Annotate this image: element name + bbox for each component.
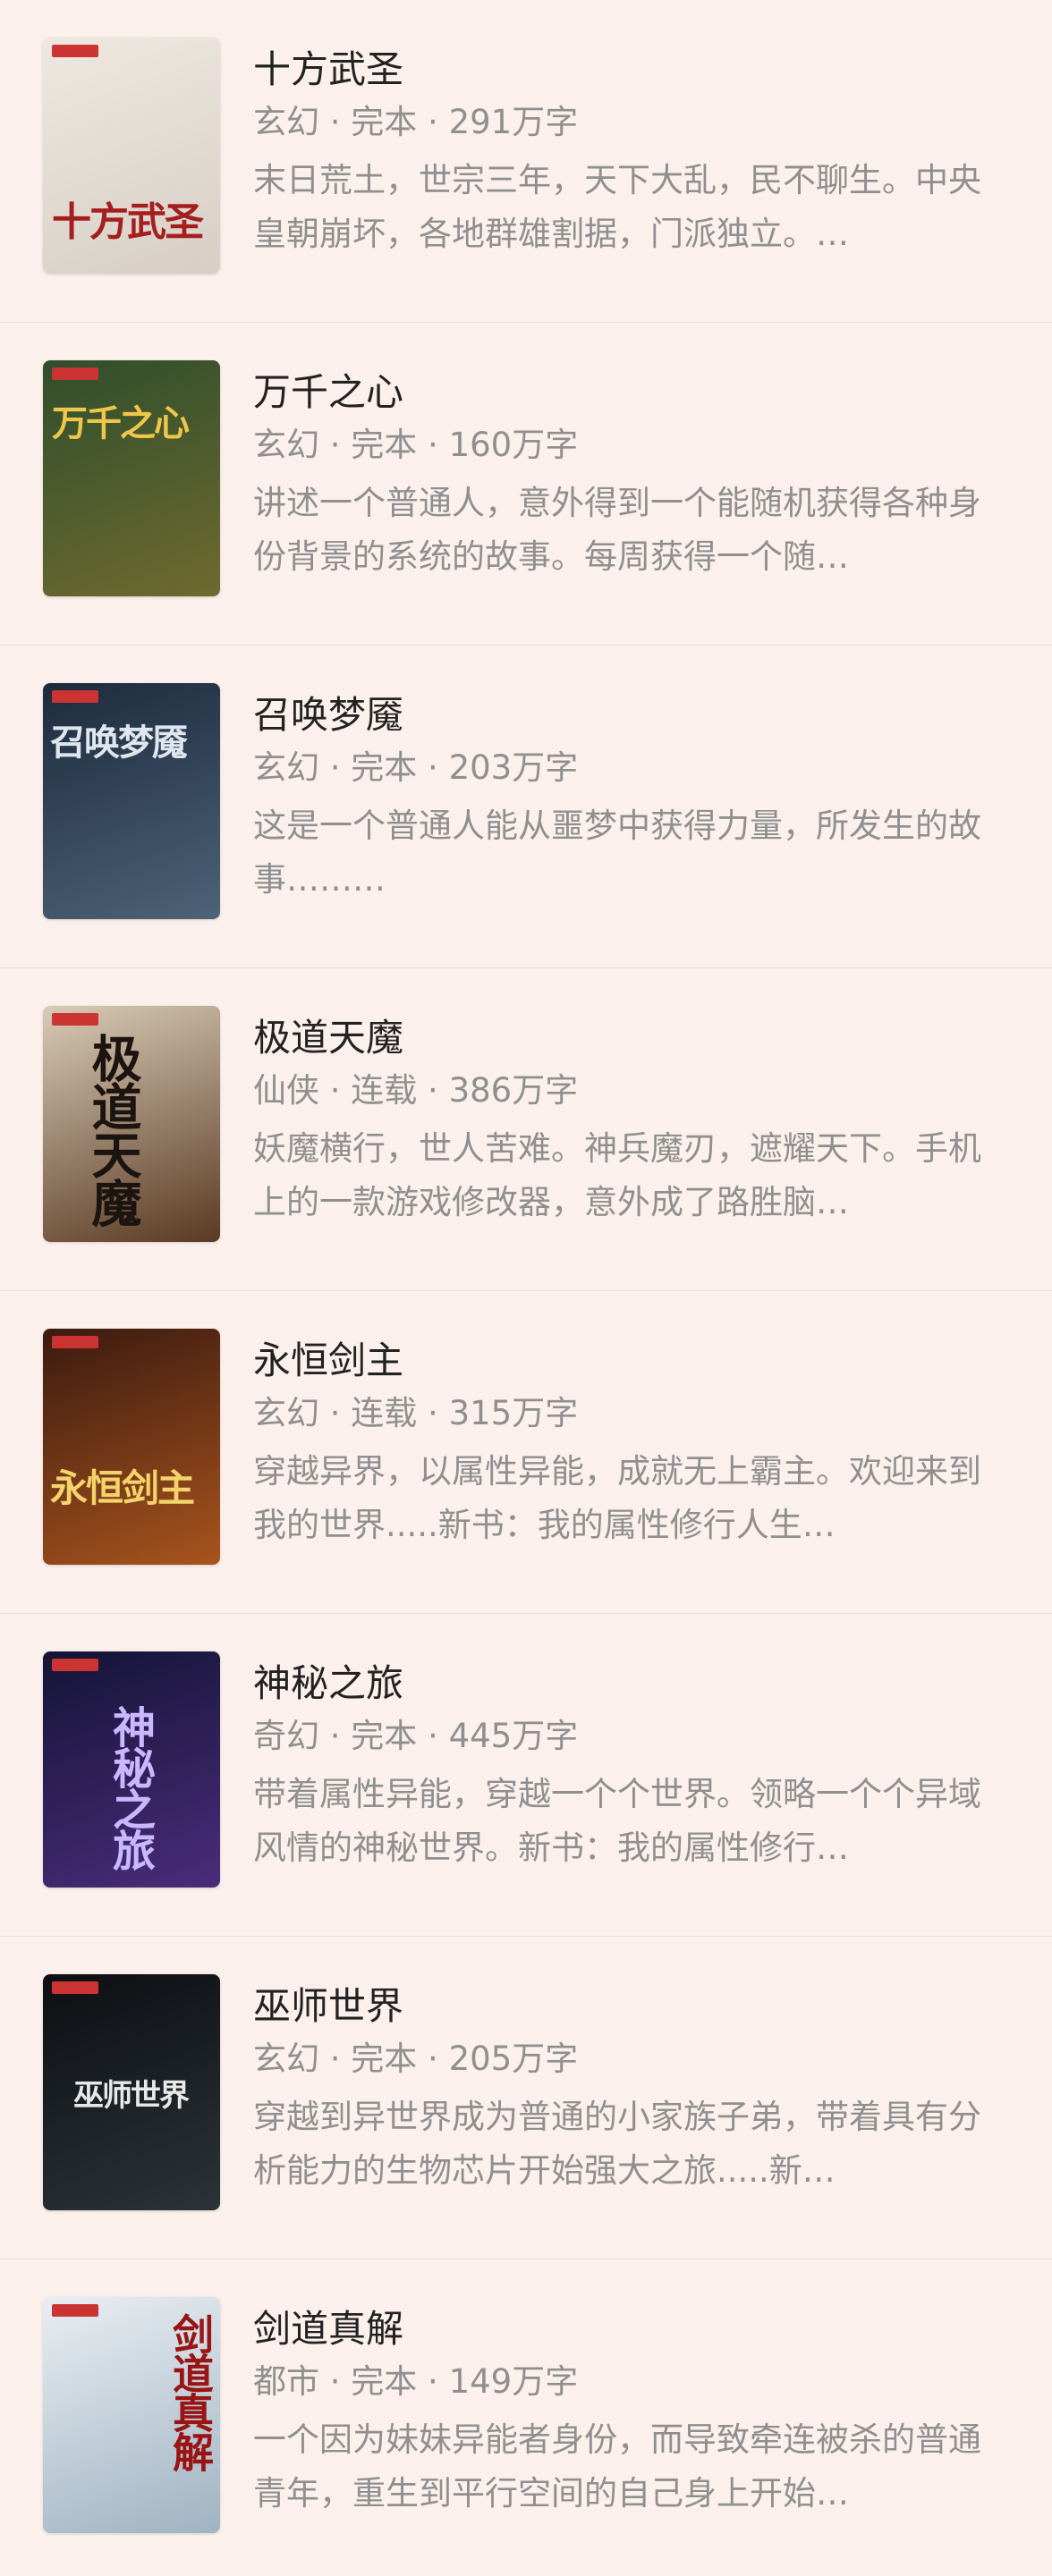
book-cover-image[interactable]: 剑道真解 xyxy=(43,2297,220,2533)
book-meta: 玄幻 · 连载 · 315万字 xyxy=(253,1394,579,1432)
book-title[interactable]: 巫师世界 xyxy=(253,1981,1014,2031)
publisher-logo-icon xyxy=(52,1659,98,1671)
publisher-logo-icon xyxy=(52,1013,98,1026)
book-cover-image[interactable]: 万千之心 xyxy=(43,360,220,596)
book-list-item[interactable]: 神秘之旅 神秘之旅 奇幻 · 完本 · 445万字 带着属性异能，穿越一个个世界。领略… xyxy=(0,1614,1052,1937)
book-title[interactable]: 极道天魔 xyxy=(253,1013,1014,1063)
book-description: 穿越异界，以属性异能，成就无上霸主。欢迎来到我的世界.....新书：我的属性修行… xyxy=(253,1452,981,1544)
book-description: 带着属性异能，穿越一个个世界。领略一个个异域风情的神秘世界。新书：我的属性修行… xyxy=(253,1775,981,1867)
book-info: 召唤梦魇玄幻 · 完本 · 203万字这是一个普通人能从噩梦中获得力量，所发生的… xyxy=(253,690,1014,907)
book-list-item[interactable]: 召唤梦魇 召唤梦魇 玄幻 · 完本 · 203万字 这是一个普通人能从噩梦中获得力量，… xyxy=(0,646,1052,968)
book-cover-image[interactable]: 永恒剑主 xyxy=(43,1329,220,1565)
book-description: 末日荒土，世宗三年，天下大乱，民不聊生。中央皇朝崩坏，各地群雄割据，门派独立。… xyxy=(253,161,981,253)
book-list-item[interactable]: 万千之心 万千之心 玄幻 · 完本 · 160万字 讲述一个普通人，意外得到一个能随机… xyxy=(0,323,1052,646)
book-meta: 玄幻 · 完本 · 160万字 xyxy=(253,426,579,464)
book-description: 讲述一个普通人，意外得到一个能随机获得各种身份背景的系统的故事。每周获得一个随… xyxy=(253,484,981,576)
book-list-item[interactable]: 十方武圣 十方武圣 玄幻 · 完本 · 291万字 末日荒土，世宗三年，天下大乱，民不… xyxy=(0,0,1052,323)
book-info: 巫师世界玄幻 · 完本 · 205万字穿越到异世界成为普通的小家族子弟，带着具有… xyxy=(253,1981,1014,2198)
cover-title-art: 十方武圣 xyxy=(52,199,204,245)
book-description: 妖魔横行，世人苦难。神兵魔刃，遮耀天下。手机上的一款游戏修改器，意外成了路胜脑… xyxy=(253,1129,981,1221)
book-list-item[interactable]: 永恒剑主 永恒剑主 玄幻 · 连载 · 315万字 穿越异界，以属性异能，成就无上霸主… xyxy=(0,1291,1052,1614)
book-meta: 玄幻 · 完本 · 205万字 xyxy=(253,2040,579,2078)
book-info: 永恒剑主玄幻 · 连载 · 315万字穿越异界，以属性异能，成就无上霸主。欢迎来… xyxy=(253,1336,1014,1552)
book-meta: 都市 · 完本 · 149万字 xyxy=(253,2362,579,2401)
book-cover-image[interactable]: 神秘之旅 xyxy=(43,1651,220,1888)
cover-title-art: 神秘之旅 xyxy=(105,1705,155,1870)
book-title[interactable]: 万千之心 xyxy=(253,367,1014,418)
book-list: 十方武圣 十方武圣 玄幻 · 完本 · 291万字 末日荒土，世宗三年，天下大乱，民不… xyxy=(0,0,1052,2576)
book-title[interactable]: 神秘之旅 xyxy=(253,1659,1014,1709)
book-cover-image[interactable]: 召唤梦魇 xyxy=(43,683,220,919)
book-meta: 玄幻 · 完本 · 291万字 xyxy=(253,103,579,141)
book-info: 十方武圣玄幻 · 完本 · 291万字末日荒土，世宗三年，天下大乱，民不聊生。中… xyxy=(253,45,1014,261)
book-list-item[interactable]: 极道天魔 极道天魔 仙侠 · 连载 · 386万字 妖魔横行，世人苦难。神兵魔刃，遮耀… xyxy=(0,968,1052,1291)
book-title[interactable]: 永恒剑主 xyxy=(253,1336,1014,1386)
book-description: 穿越到异世界成为普通的小家族子弟，带着具有分析能力的生物芯片开始强大之旅....… xyxy=(253,2098,981,2190)
book-meta: 奇幻 · 完本 · 445万字 xyxy=(253,1717,579,1755)
cover-title-art: 召唤梦魇 xyxy=(50,722,188,764)
book-info: 剑道真解都市 · 完本 · 149万字一个因为妹妹异能者身份，而导致牵连被杀的普… xyxy=(253,2304,1014,2521)
book-description: 这是一个普通人能从噩梦中获得力量，所发生的故事……… xyxy=(253,807,981,899)
book-list-item[interactable]: 巫师世界 巫师世界 玄幻 · 完本 · 205万字 穿越到异世界成为普通的小家族子弟，… xyxy=(0,1937,1052,2259)
cover-title-art: 万千之心 xyxy=(52,402,190,444)
book-meta: 玄幻 · 完本 · 203万字 xyxy=(253,748,579,787)
book-title[interactable]: 十方武圣 xyxy=(253,45,1014,95)
book-meta: 仙侠 · 连载 · 386万字 xyxy=(253,1071,579,1110)
cover-title-art: 剑道真解 xyxy=(166,2313,215,2470)
publisher-logo-icon xyxy=(52,1981,98,1994)
book-title[interactable]: 剑道真解 xyxy=(253,2304,1014,2354)
book-cover-image[interactable]: 极道天魔 xyxy=(43,1006,220,1242)
book-list-item[interactable]: 剑道真解 剑道真解 都市 · 完本 · 149万字 一个因为妹妹异能者身份，而导致牵连… xyxy=(0,2259,1052,2576)
publisher-logo-icon xyxy=(52,367,98,380)
book-info: 极道天魔仙侠 · 连载 · 386万字妖魔横行，世人苦难。神兵魔刃，遮耀天下。手… xyxy=(253,1013,1014,1229)
publisher-logo-icon xyxy=(52,690,98,703)
book-cover-image[interactable]: 巫师世界 xyxy=(43,1974,220,2210)
cover-title-art: 巫师世界 xyxy=(73,2078,190,2114)
publisher-logo-icon xyxy=(52,2304,98,2317)
publisher-logo-icon xyxy=(52,1336,98,1348)
book-info: 万千之心玄幻 · 完本 · 160万字讲述一个普通人，意外得到一个能随机获得各种… xyxy=(253,367,1014,584)
book-description: 一个因为妹妹异能者身份，而导致牵连被杀的普通青年，重生到平行空间的自己身上开始… xyxy=(253,2420,981,2513)
cover-title-art: 永恒剑主 xyxy=(50,1466,195,1510)
cover-title-art: 极道天魔 xyxy=(83,1033,142,1226)
book-title[interactable]: 召唤梦魇 xyxy=(253,690,1014,740)
publisher-logo-icon xyxy=(52,45,98,57)
book-info: 神秘之旅奇幻 · 完本 · 445万字带着属性异能，穿越一个个世界。领略一个个异… xyxy=(253,1659,1014,1875)
book-cover-image[interactable]: 十方武圣 xyxy=(43,38,220,274)
